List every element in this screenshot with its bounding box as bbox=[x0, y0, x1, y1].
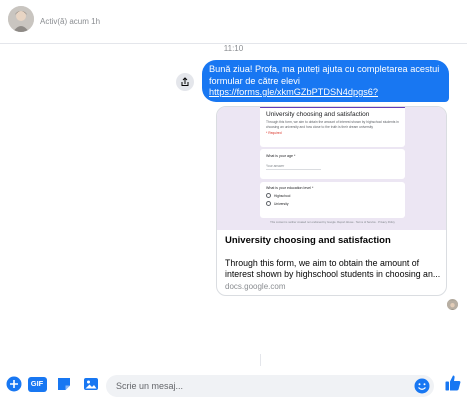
divider bbox=[260, 354, 261, 366]
sticker-button[interactable] bbox=[55, 375, 73, 393]
composer-toolbar: GIF bbox=[0, 368, 467, 405]
share-icon bbox=[181, 77, 189, 86]
gif-label: GIF bbox=[30, 379, 44, 388]
contact-avatar[interactable] bbox=[8, 6, 34, 32]
message-input[interactable] bbox=[116, 375, 406, 397]
radio-icon bbox=[266, 193, 271, 198]
form-description: Through this form, we aim to obtain the … bbox=[266, 120, 399, 129]
thumbs-up-icon bbox=[445, 375, 461, 391]
message-text: Bună ziua! Profa, ma puteți ajuta cu com… bbox=[209, 64, 440, 86]
question-label: What is your education level * bbox=[266, 186, 314, 190]
form-link[interactable]: https://forms.gle/xkmGZbPTDSN4dpgs6? bbox=[209, 87, 378, 97]
option-highschool: Highschool bbox=[266, 193, 399, 198]
image-icon bbox=[84, 378, 98, 390]
active-status: Activ(ă) acum 1h bbox=[40, 17, 101, 26]
seen-avatar bbox=[447, 299, 458, 310]
gif-button[interactable]: GIF bbox=[27, 375, 47, 393]
emoji-button[interactable] bbox=[413, 377, 431, 395]
form-required-note: * Required bbox=[266, 131, 282, 135]
answer-placeholder: Your answer bbox=[266, 164, 321, 170]
form-title: University choosing and satisfaction bbox=[266, 111, 370, 118]
photo-button[interactable] bbox=[82, 375, 100, 393]
link-preview-card[interactable]: University choosing and satisfaction Thr… bbox=[216, 106, 447, 296]
link-preview-domain: docs.google.com bbox=[225, 282, 286, 291]
form-question-education: What is your education level * Highschoo… bbox=[260, 182, 405, 218]
link-preview-description: Through this form, we aim to obtain the … bbox=[225, 258, 441, 279]
link-preview-body: University choosing and satisfaction Thr… bbox=[217, 230, 446, 295]
radio-icon bbox=[266, 201, 271, 206]
form-footer-note: This content is neither created nor endo… bbox=[270, 221, 395, 224]
option-university: University bbox=[266, 201, 399, 206]
message-timestamp: 11:10 bbox=[223, 44, 244, 53]
message-input-container[interactable] bbox=[106, 375, 434, 397]
share-button[interactable] bbox=[176, 73, 194, 91]
form-question-age: What is your age * Your answer bbox=[260, 149, 405, 179]
more-actions-button[interactable] bbox=[5, 375, 23, 393]
sent-message-bubble[interactable]: Bună ziua! Profa, ma puteți ajuta cu com… bbox=[202, 60, 449, 102]
like-button[interactable] bbox=[443, 373, 463, 393]
plus-circle-icon bbox=[6, 376, 22, 392]
link-preview-image: University choosing and satisfaction Thr… bbox=[217, 107, 446, 230]
sticker-icon bbox=[58, 378, 70, 390]
smiley-icon bbox=[414, 378, 430, 394]
chat-header: Activ(ă) acum 1h bbox=[0, 0, 467, 44]
link-preview-title: University choosing and satisfaction bbox=[225, 235, 391, 246]
form-header-card: University choosing and satisfaction Thr… bbox=[260, 107, 405, 147]
question-label: What is your age * bbox=[266, 154, 296, 158]
